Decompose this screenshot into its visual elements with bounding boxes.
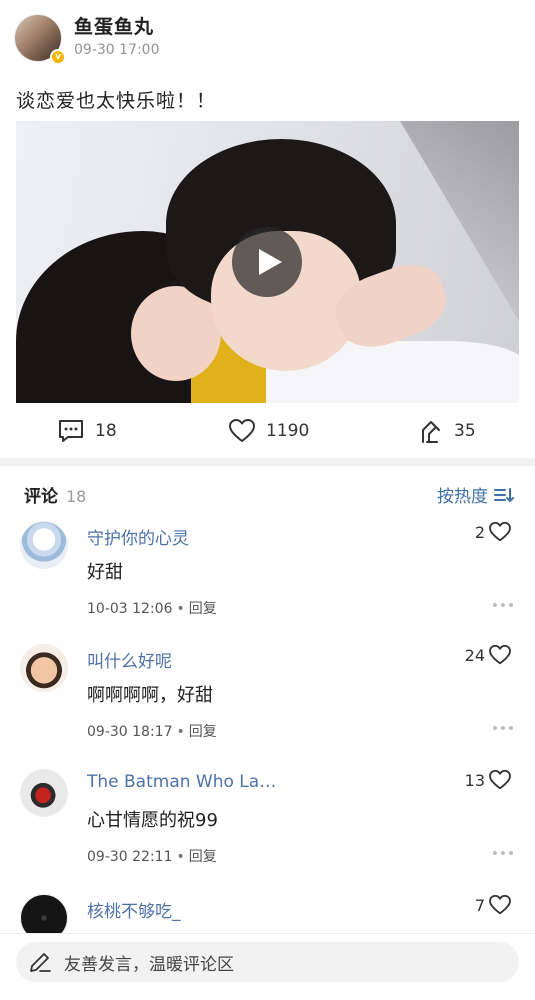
comment-time: 10-03 12:06 xyxy=(87,601,173,617)
play-icon xyxy=(259,249,282,275)
heart-icon xyxy=(229,419,255,442)
repost-button[interactable]: 35 xyxy=(419,418,476,444)
video-player[interactable] xyxy=(16,121,519,403)
commenter-avatar[interactable] xyxy=(20,769,68,817)
comments-header: 评论 18 按热度 xyxy=(24,482,514,507)
meta-separator: • xyxy=(176,724,185,740)
comment-item: 核桃不够吃_ 7 xyxy=(0,894,535,934)
like-count: 1190 xyxy=(266,421,310,441)
comment-meta: 09-30 22:11 • 回复 xyxy=(87,846,217,866)
comment-input-placeholder: 友善发言，温暖评论区 xyxy=(64,954,234,975)
comment-text: 心甘情愿的祝99 xyxy=(87,810,218,831)
comment-like-count: 13 xyxy=(464,770,485,790)
sort-icon xyxy=(494,487,514,502)
comments-title: 评论 xyxy=(24,487,58,507)
commenter-name[interactable]: 守护你的心灵 xyxy=(87,524,189,549)
heart-icon xyxy=(489,770,511,790)
comment-like-count: 24 xyxy=(464,645,485,665)
action-bar: 18 1190 35 xyxy=(0,404,535,458)
bottom-comment-bar: 友善发言，温暖评论区 xyxy=(0,933,535,1000)
more-options-icon[interactable] xyxy=(493,850,513,856)
commenter-name[interactable]: 核桃不够吃_ xyxy=(87,897,181,922)
reply-button[interactable]: 回复 xyxy=(189,724,217,740)
play-button[interactable] xyxy=(232,227,302,297)
author-avatar-wrap[interactable]: v xyxy=(14,14,66,65)
heart-icon xyxy=(489,895,511,915)
repost-count: 35 xyxy=(454,421,476,441)
pen-icon xyxy=(30,953,51,972)
meta-separator: • xyxy=(176,849,185,865)
post-header: v 鱼蛋鱼丸 09-30 17:00 xyxy=(14,12,514,65)
post-text: 谈恋爱也太快乐啦！！ xyxy=(16,90,217,112)
meta-separator: • xyxy=(176,601,185,617)
comments-count: 18 xyxy=(66,487,87,506)
comment-time: 09-30 22:11 xyxy=(87,849,173,865)
like-button[interactable]: 1190 xyxy=(229,418,309,444)
sort-by-hot-button[interactable]: 按热度 xyxy=(437,482,514,507)
comment-like-count: 2 xyxy=(474,522,485,542)
commenter-name[interactable]: The Batman Who La… xyxy=(87,772,276,792)
verified-badge-icon: v xyxy=(50,49,66,65)
commenter-avatar[interactable] xyxy=(20,894,68,934)
comment-like-count: 7 xyxy=(474,895,485,915)
comment-text: 好甜 xyxy=(87,562,123,583)
commenter-avatar[interactable] xyxy=(20,644,68,692)
reply-button[interactable]: 回复 xyxy=(189,601,217,617)
comment-like-button[interactable]: 24 xyxy=(465,645,511,665)
more-options-icon[interactable] xyxy=(493,602,513,608)
post-time: 09-30 17:00 xyxy=(74,42,160,58)
comment-text: 啊啊啊啊，好甜 xyxy=(87,685,213,706)
comment-item: The Batman Who La… 心甘情愿的祝99 09-30 22:11 •… xyxy=(0,769,535,889)
section-divider xyxy=(0,458,535,466)
comment-count: 18 xyxy=(95,421,117,441)
sort-label: 按热度 xyxy=(437,487,488,507)
comment-input[interactable]: 友善发言，温暖评论区 xyxy=(16,942,519,982)
commenter-name[interactable]: 叫什么好呢 xyxy=(87,647,172,672)
reply-button[interactable]: 回复 xyxy=(189,849,217,865)
author-name[interactable]: 鱼蛋鱼丸 xyxy=(74,12,154,39)
comment-like-button[interactable]: 2 xyxy=(475,522,511,542)
comment-item: 守护你的心灵 好甜 10-03 12:06 • 回复 2 xyxy=(0,521,535,641)
heart-icon xyxy=(489,522,511,542)
heart-icon xyxy=(489,645,511,665)
comment-button[interactable]: 18 xyxy=(58,418,117,444)
comment-meta: 09-30 18:17 • 回复 xyxy=(87,721,217,741)
comment-meta: 10-03 12:06 • 回复 xyxy=(87,598,217,618)
comment-icon xyxy=(59,420,83,442)
comment-item: 叫什么好呢 啊啊啊啊，好甜 09-30 18:17 • 回复 24 xyxy=(0,644,535,764)
more-options-icon[interactable] xyxy=(493,725,513,731)
repost-icon xyxy=(422,421,440,443)
comment-like-button[interactable]: 13 xyxy=(465,770,511,790)
comment-time: 09-30 18:17 xyxy=(87,724,173,740)
comment-like-button[interactable]: 7 xyxy=(475,895,511,915)
commenter-avatar[interactable] xyxy=(20,521,68,569)
